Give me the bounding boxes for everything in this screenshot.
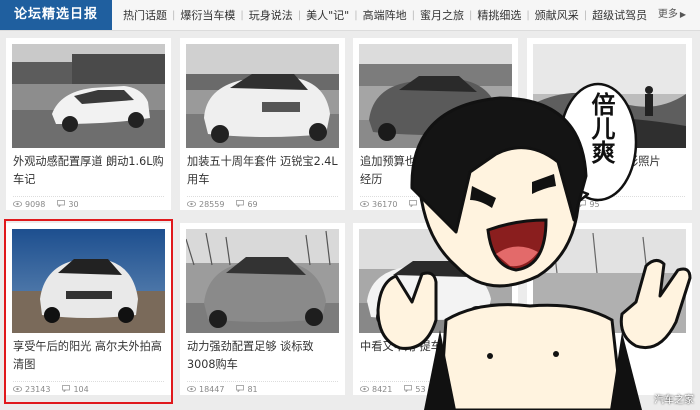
divider bbox=[13, 381, 164, 382]
comment-count: 69 bbox=[247, 200, 258, 209]
comment-icon bbox=[57, 200, 66, 209]
top-bar: 论坛精选日报 热门话题 | 爆衍当车模 | 玩身说法 | 美人"记" | 高端阵… bbox=[0, 0, 700, 31]
post-thumbnail[interactable] bbox=[12, 44, 165, 148]
nav-link-car-models[interactable]: 爆衍当车模 bbox=[175, 7, 240, 23]
view-count: 18447 bbox=[199, 385, 225, 394]
post-title[interactable]: 外观动感配置厚道 朗动1.6L购车记 bbox=[13, 153, 166, 189]
eye-icon bbox=[12, 385, 23, 394]
post-thumbnail[interactable] bbox=[186, 229, 339, 333]
nav-link-high-end[interactable]: 高端阵地 bbox=[358, 7, 412, 23]
divider bbox=[187, 196, 338, 197]
rock-hand-right bbox=[619, 259, 692, 349]
chevron-right-icon: ▶ bbox=[679, 10, 686, 19]
post-stats: 23143 104 bbox=[12, 385, 89, 394]
post-thumbnail[interactable] bbox=[186, 44, 339, 148]
car-photo bbox=[186, 229, 339, 333]
view-count: 23143 bbox=[25, 385, 51, 394]
divider bbox=[187, 381, 338, 382]
comment-count: 30 bbox=[68, 200, 79, 209]
post-stats: 9098 30 bbox=[12, 200, 79, 209]
nav-link-honeymoon[interactable]: 蜜月之旅 bbox=[415, 7, 469, 23]
nav-link-hot-topics[interactable]: 热门话题 bbox=[118, 7, 172, 23]
eye-icon bbox=[186, 200, 197, 209]
post-title[interactable]: 享受午后的阳光 高尔夫外拍高清图 bbox=[13, 338, 166, 374]
watermark: 汽车之家 bbox=[654, 395, 694, 406]
divider bbox=[13, 196, 164, 197]
comment-count: 104 bbox=[73, 385, 89, 394]
post-thumbnail[interactable] bbox=[12, 229, 165, 333]
post-card[interactable]: 加装五十周年套件 迈锐宝2.4L用车 28559 69 bbox=[180, 38, 345, 210]
comment-count: 81 bbox=[247, 385, 258, 394]
comment-icon bbox=[236, 385, 245, 394]
nav-link-test-driver[interactable]: 超级试驾员 bbox=[587, 7, 652, 23]
comment-icon bbox=[236, 200, 245, 209]
nav-link-beauty[interactable]: 美人"记" bbox=[301, 7, 354, 23]
car-photo bbox=[186, 44, 339, 148]
rock-hand-left bbox=[376, 271, 438, 350]
speech-text: 倍儿爽 bbox=[587, 92, 615, 164]
post-title[interactable]: 动力强劲配置足够 谈标致3008购车 bbox=[187, 338, 340, 374]
more-link[interactable]: 更多 ▶ bbox=[658, 0, 686, 30]
more-label: 更多 bbox=[657, 9, 678, 20]
post-stats: 18447 81 bbox=[186, 385, 258, 394]
cartoon-meme-overlay bbox=[376, 82, 692, 410]
view-count: 28559 bbox=[199, 200, 225, 209]
post-title[interactable]: 加装五十周年套件 迈锐宝2.4L用车 bbox=[187, 153, 340, 189]
view-count: 9098 bbox=[25, 200, 46, 209]
nav-link-selection[interactable]: 精挑细选 bbox=[472, 7, 526, 23]
nav-link-experience[interactable]: 玩身说法 bbox=[244, 7, 298, 23]
nav-link-style[interactable]: 颁献风采 bbox=[530, 7, 584, 23]
post-card[interactable]: 动力强劲配置足够 谈标致3008购车 18447 81 bbox=[180, 223, 345, 395]
car-photo bbox=[12, 44, 165, 148]
topic-nav: 热门话题 | 爆衍当车模 | 玩身说法 | 美人"记" | 高端阵地 | 蜜月之… bbox=[118, 0, 652, 30]
post-card[interactable]: 外观动感配置厚道 朗动1.6L购车记 9098 30 bbox=[6, 38, 171, 210]
body bbox=[438, 303, 624, 410]
comment-icon bbox=[62, 385, 71, 394]
eye-icon bbox=[12, 200, 23, 209]
post-stats: 28559 69 bbox=[186, 200, 258, 209]
eye-icon bbox=[186, 385, 197, 394]
section-title: 论坛精选日报 bbox=[0, 0, 112, 30]
car-photo bbox=[12, 229, 165, 333]
post-card[interactable]: 享受午后的阳光 高尔夫外拍高清图 23143 104 bbox=[6, 223, 171, 395]
